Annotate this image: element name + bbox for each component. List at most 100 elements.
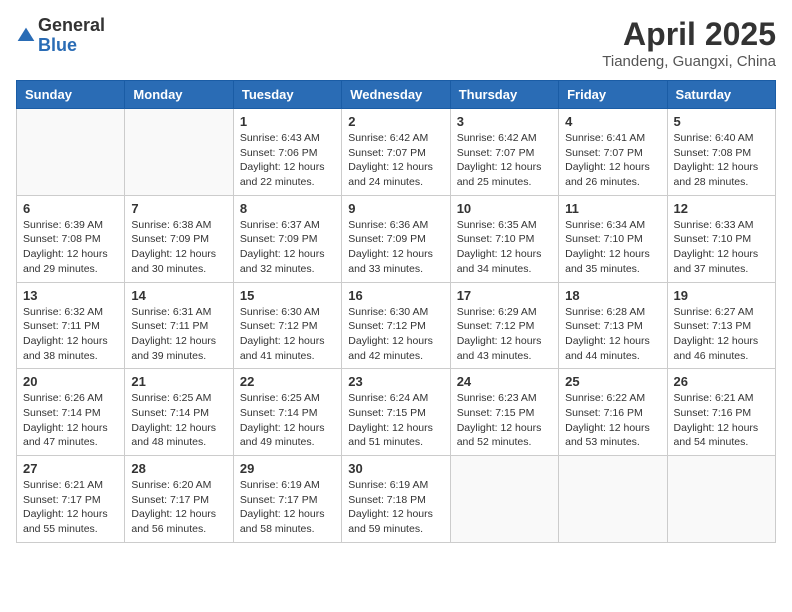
logo-general: General [38,16,105,36]
weekday-header: Tuesday [233,81,341,109]
calendar-cell [125,109,233,196]
calendar-cell: 18Sunrise: 6:28 AM Sunset: 7:13 PM Dayli… [559,282,667,369]
day-number: 20 [23,374,118,389]
calendar-week-row: 13 Sunrise: 6:32 AM Sunset: 7:11 PM Dayli… [17,282,776,369]
calendar-cell [559,456,667,543]
location: Tiandeng, Guangxi, China [602,53,776,70]
title-block: April 2025 Tiandeng, Guangxi, China [602,16,776,70]
day-number: 23 [348,374,443,389]
calendar-cell: 22 Sunrise: 6:25 AM Sunset: 7:14 PM Dayli… [233,369,341,456]
day-info: Sunrise: 6:22 AM Sunset: 7:16 PM Dayligh… [565,391,660,450]
calendar-cell: 16Sunrise: 6:30 AM Sunset: 7:12 PM Dayli… [342,282,450,369]
day-info: Sunrise: 6:38 AM Sunset: 7:09 PM Dayligh… [131,218,226,277]
calendar-week-row: 1 Sunrise: 6:43 AM Sunset: 7:06 PM Daylig… [17,109,776,196]
day-number: 9 [348,201,443,216]
day-number: 26 [674,374,769,389]
day-info: Sunrise: 6:23 AM Sunset: 7:15 PM Dayligh… [457,391,552,450]
day-info: Sunrise: 6:30 AM Sunset: 7:12 PM Dayligh… [240,305,335,364]
calendar-cell: 25 Sunrise: 6:22 AM Sunset: 7:16 PM Dayli… [559,369,667,456]
day-number: 12 [674,201,769,216]
weekday-header: Saturday [667,81,775,109]
day-number: 22 [240,374,335,389]
calendar-cell: 5 Sunrise: 6:40 AM Sunset: 7:08 PM Daylig… [667,109,775,196]
day-number: 25 [565,374,660,389]
calendar-cell: 27 Sunrise: 6:21 AM Sunset: 7:17 PM Dayli… [17,456,125,543]
calendar-table: SundayMondayTuesdayWednesdayThursdayFrid… [16,80,776,543]
calendar-cell: 26 Sunrise: 6:21 AM Sunset: 7:16 PM Dayli… [667,369,775,456]
day-number: 3 [457,114,552,129]
day-info: Sunrise: 6:19 AM Sunset: 7:18 PM Dayligh… [348,478,443,537]
day-info: Sunrise: 6:43 AM Sunset: 7:06 PM Dayligh… [240,131,335,190]
day-info: Sunrise: 6:32 AM Sunset: 7:11 PM Dayligh… [23,305,118,364]
day-info: Sunrise: 6:42 AM Sunset: 7:07 PM Dayligh… [457,131,552,190]
calendar-cell: 2 Sunrise: 6:42 AM Sunset: 7:07 PM Daylig… [342,109,450,196]
day-number: 16 [348,288,443,303]
calendar-cell: 9 Sunrise: 6:36 AM Sunset: 7:09 PM Daylig… [342,195,450,282]
calendar-cell: 3 Sunrise: 6:42 AM Sunset: 7:07 PM Daylig… [450,109,558,196]
day-info: Sunrise: 6:39 AM Sunset: 7:08 PM Dayligh… [23,218,118,277]
calendar-cell: 17Sunrise: 6:29 AM Sunset: 7:12 PM Dayli… [450,282,558,369]
day-info: Sunrise: 6:21 AM Sunset: 7:16 PM Dayligh… [674,391,769,450]
day-number: 1 [240,114,335,129]
month-title: April 2025 [602,16,776,53]
calendar-cell: 13 Sunrise: 6:32 AM Sunset: 7:11 PM Dayli… [17,282,125,369]
day-number: 18 [565,288,660,303]
day-number: 15 [240,288,335,303]
day-number: 29 [240,461,335,476]
day-info: Sunrise: 6:31 AM Sunset: 7:11 PM Dayligh… [131,305,226,364]
day-number: 13 [23,288,118,303]
calendar-week-row: 20 Sunrise: 6:26 AM Sunset: 7:14 PM Dayli… [17,369,776,456]
calendar-cell [450,456,558,543]
calendar-cell: 11Sunrise: 6:34 AM Sunset: 7:10 PM Dayli… [559,195,667,282]
day-number: 2 [348,114,443,129]
day-info: Sunrise: 6:29 AM Sunset: 7:12 PM Dayligh… [457,305,552,364]
day-info: Sunrise: 6:34 AM Sunset: 7:10 PM Dayligh… [565,218,660,277]
calendar-cell: 21Sunrise: 6:25 AM Sunset: 7:14 PM Dayli… [125,369,233,456]
logo-blue: Blue [38,36,105,56]
calendar-cell: 23 Sunrise: 6:24 AM Sunset: 7:15 PM Dayli… [342,369,450,456]
day-info: Sunrise: 6:26 AM Sunset: 7:14 PM Dayligh… [23,391,118,450]
calendar-week-row: 6 Sunrise: 6:39 AM Sunset: 7:08 PM Daylig… [17,195,776,282]
calendar-cell: 1 Sunrise: 6:43 AM Sunset: 7:06 PM Daylig… [233,109,341,196]
day-info: Sunrise: 6:21 AM Sunset: 7:17 PM Dayligh… [23,478,118,537]
day-info: Sunrise: 6:27 AM Sunset: 7:13 PM Dayligh… [674,305,769,364]
logo-icon [16,26,36,46]
page-header: General Blue April 2025 Tiandeng, Guangx… [16,16,776,70]
calendar-week-row: 27 Sunrise: 6:21 AM Sunset: 7:17 PM Dayli… [17,456,776,543]
day-number: 7 [131,201,226,216]
calendar-cell: 30 Sunrise: 6:19 AM Sunset: 7:18 PM Dayli… [342,456,450,543]
calendar-cell: 29Sunrise: 6:19 AM Sunset: 7:17 PM Dayli… [233,456,341,543]
calendar-cell: 15 Sunrise: 6:30 AM Sunset: 7:12 PM Dayli… [233,282,341,369]
day-info: Sunrise: 6:25 AM Sunset: 7:14 PM Dayligh… [240,391,335,450]
day-info: Sunrise: 6:36 AM Sunset: 7:09 PM Dayligh… [348,218,443,277]
day-number: 24 [457,374,552,389]
day-number: 30 [348,461,443,476]
weekday-header: Sunday [17,81,125,109]
day-number: 10 [457,201,552,216]
weekday-header: Monday [125,81,233,109]
day-info: Sunrise: 6:40 AM Sunset: 7:08 PM Dayligh… [674,131,769,190]
calendar-cell: 4Sunrise: 6:41 AM Sunset: 7:07 PM Daylig… [559,109,667,196]
calendar-cell: 19 Sunrise: 6:27 AM Sunset: 7:13 PM Dayli… [667,282,775,369]
day-number: 5 [674,114,769,129]
day-info: Sunrise: 6:42 AM Sunset: 7:07 PM Dayligh… [348,131,443,190]
logo: General Blue [16,16,105,56]
day-info: Sunrise: 6:20 AM Sunset: 7:17 PM Dayligh… [131,478,226,537]
weekday-header: Thursday [450,81,558,109]
day-number: 6 [23,201,118,216]
logo-text: General Blue [38,16,105,56]
calendar-cell: 28Sunrise: 6:20 AM Sunset: 7:17 PM Dayli… [125,456,233,543]
day-info: Sunrise: 6:25 AM Sunset: 7:14 PM Dayligh… [131,391,226,450]
day-info: Sunrise: 6:41 AM Sunset: 7:07 PM Dayligh… [565,131,660,190]
calendar-cell: 6 Sunrise: 6:39 AM Sunset: 7:08 PM Daylig… [17,195,125,282]
day-info: Sunrise: 6:24 AM Sunset: 7:15 PM Dayligh… [348,391,443,450]
calendar-cell: 10Sunrise: 6:35 AM Sunset: 7:10 PM Dayli… [450,195,558,282]
day-number: 27 [23,461,118,476]
day-number: 19 [674,288,769,303]
calendar-cell [667,456,775,543]
weekday-header: Wednesday [342,81,450,109]
calendar-header-row: SundayMondayTuesdayWednesdayThursdayFrid… [17,81,776,109]
calendar-cell: 12Sunrise: 6:33 AM Sunset: 7:10 PM Dayli… [667,195,775,282]
calendar-cell [17,109,125,196]
day-number: 14 [131,288,226,303]
